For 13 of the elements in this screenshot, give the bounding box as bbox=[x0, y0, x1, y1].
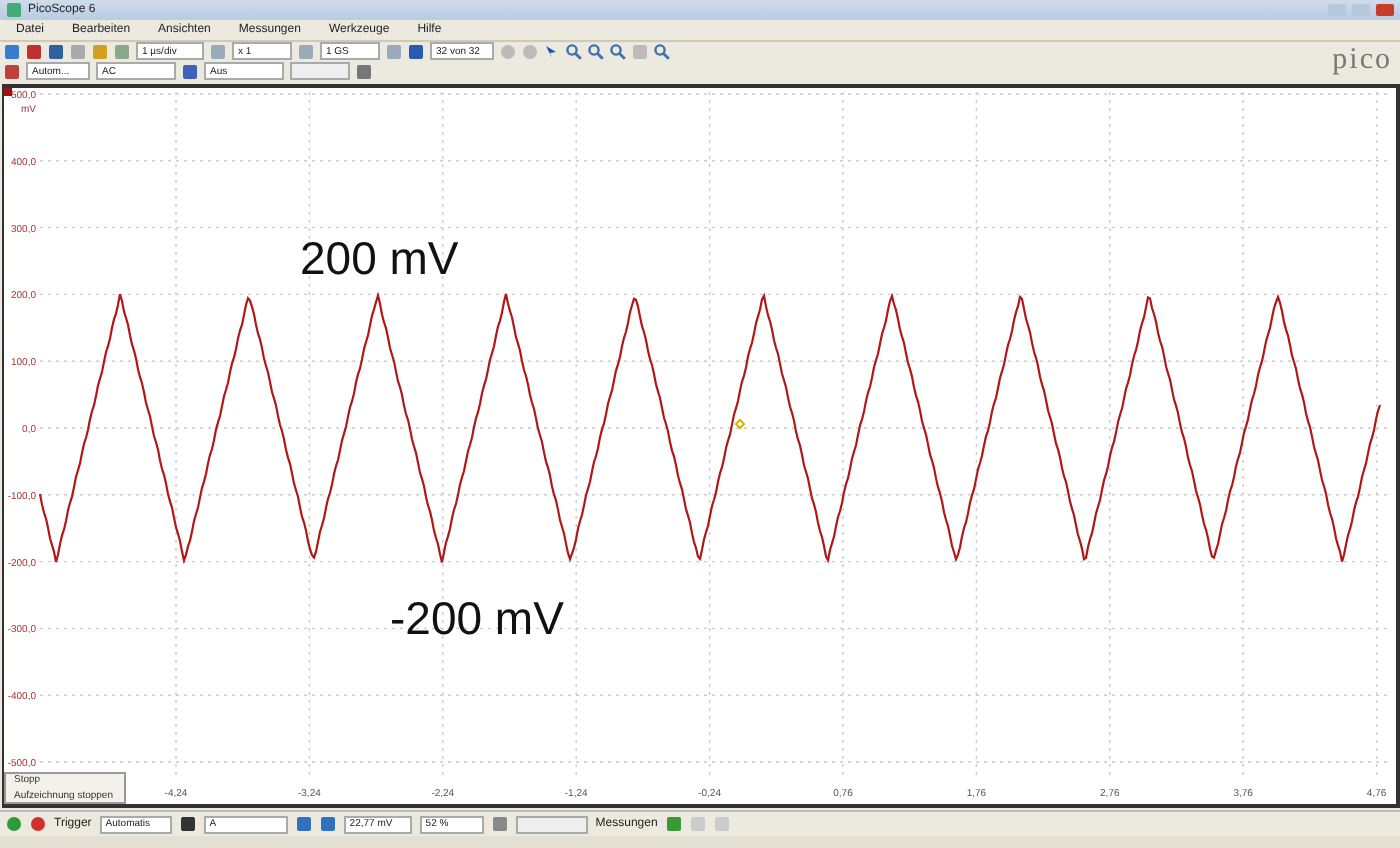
disabled-field bbox=[515, 815, 588, 834]
annotation-text: -200 mV bbox=[390, 591, 564, 646]
stop-icon[interactable] bbox=[30, 816, 46, 833]
annotation-text: 200 mV bbox=[300, 231, 459, 286]
disabled-field bbox=[290, 62, 350, 81]
close-button[interactable] bbox=[1376, 3, 1394, 16]
zoom-out-icon[interactable] bbox=[588, 43, 604, 60]
pointer-icon[interactable] bbox=[544, 43, 560, 60]
zoom-in-icon[interactable] bbox=[566, 43, 582, 60]
zoom-icon[interactable] bbox=[610, 43, 626, 60]
logo: pico bbox=[1330, 44, 1394, 79]
start-icon[interactable] bbox=[6, 816, 22, 833]
zoom-fit-icon[interactable] bbox=[654, 43, 670, 60]
